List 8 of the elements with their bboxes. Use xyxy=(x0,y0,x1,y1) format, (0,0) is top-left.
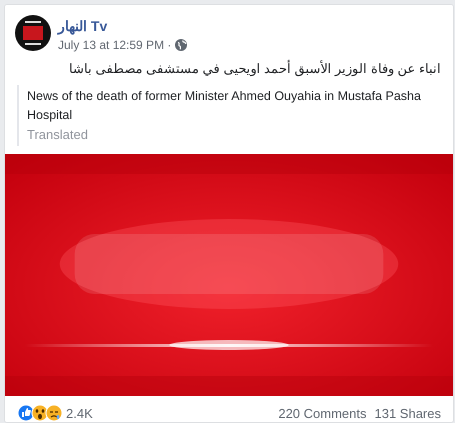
author-link[interactable]: النهار Tv xyxy=(58,18,108,34)
shares-link[interactable]: 131 Shares xyxy=(374,406,441,420)
post-text: انباء عن وفاة الوزير الأسبق أحمد اويحيى في مستشفى مصطفى باشا xyxy=(68,58,442,76)
translated-text: News of the death of former Minister Ahmed Ouyahia in Mustafa Pasha Hospital xyxy=(27,88,422,124)
translated-label: Translated xyxy=(27,126,89,144)
post-timestamp[interactable]: July 13 at 12:59 PM · xyxy=(58,38,175,52)
reaction-count[interactable]: 2.4K xyxy=(66,406,93,420)
comments-link[interactable]: 220 Comments xyxy=(278,406,366,420)
